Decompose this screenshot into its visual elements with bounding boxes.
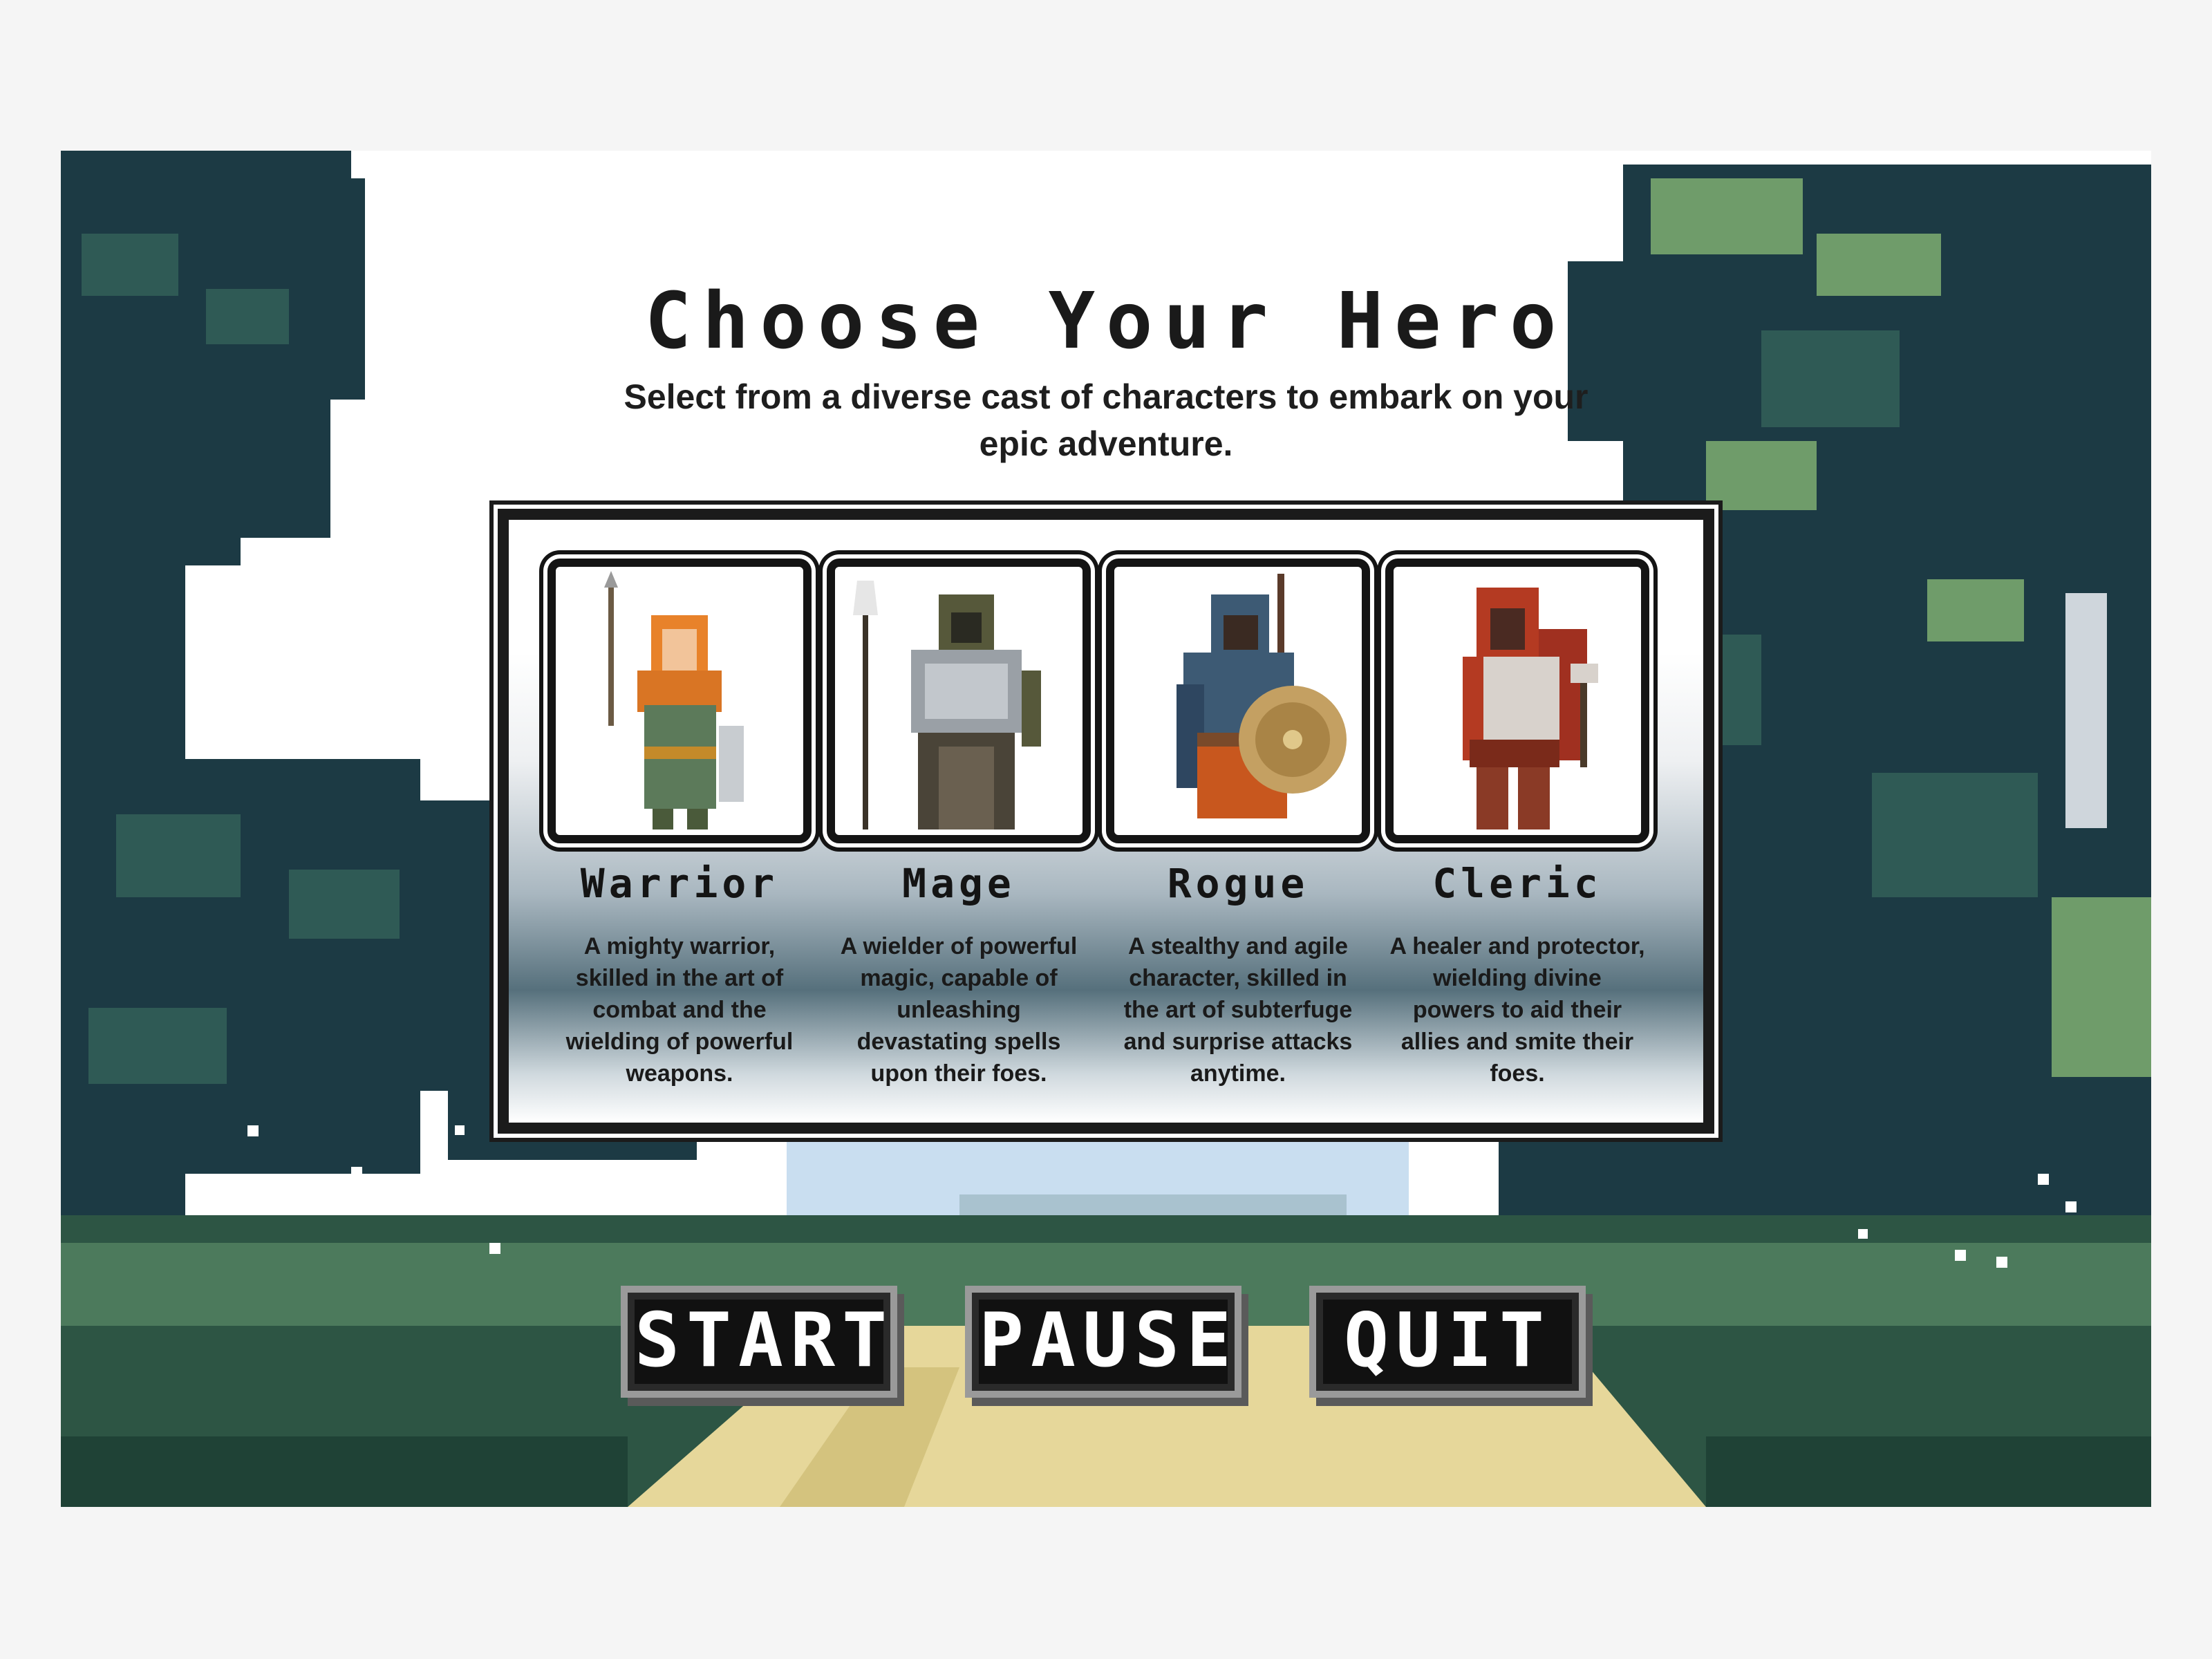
hero-card-warrior[interactable]: Warrior A mighty warrior, skilled in the… bbox=[547, 559, 812, 1089]
warrior-portrait-icon bbox=[604, 571, 744, 830]
cleric-portrait-frame[interactable] bbox=[1385, 559, 1649, 843]
hero-card-rogue[interactable]: Rogue A stealthy and agile character, sk… bbox=[1106, 559, 1370, 1089]
hero-select-panel: Warrior A mighty warrior, skilled in the… bbox=[498, 509, 1714, 1134]
tree-trunk bbox=[2065, 593, 2107, 828]
quit-button[interactable]: QUIT bbox=[1316, 1293, 1579, 1391]
game-screen: Choose Your Hero Select from a diverse c… bbox=[61, 151, 2151, 1507]
pause-button[interactable]: PAUSE bbox=[972, 1293, 1235, 1391]
hero-name-warrior: Warrior bbox=[580, 860, 779, 907]
hero-desc-rogue: A stealthy and agile character, skilled … bbox=[1123, 933, 1353, 1087]
mage-portrait-icon bbox=[853, 581, 1041, 830]
hero-desc-cleric: A healer and protector, wielding divine … bbox=[1389, 933, 1645, 1087]
warrior-portrait-frame[interactable] bbox=[547, 559, 812, 843]
hero-card-cleric[interactable]: Cleric A healer and protector, wielding … bbox=[1385, 559, 1649, 1089]
hero-card-mage[interactable]: Mage A wielder of powerful magic, capabl… bbox=[827, 559, 1091, 1089]
hero-name-cleric: Cleric bbox=[1432, 860, 1602, 907]
cleric-portrait-icon bbox=[1463, 588, 1598, 830]
hero-desc-warrior: A mighty warrior, skilled in the art of … bbox=[565, 933, 794, 1087]
hero-name-mage: Mage bbox=[902, 860, 1015, 907]
hero-desc-mage: A wielder of powerful magic, capable of … bbox=[840, 933, 1078, 1087]
rogue-portrait-icon bbox=[1177, 574, 1347, 818]
start-button[interactable]: START bbox=[628, 1293, 890, 1391]
hero-name-rogue: Rogue bbox=[1167, 860, 1309, 907]
rogue-portrait-frame[interactable] bbox=[1106, 559, 1370, 843]
page-title: Choose Your Hero bbox=[644, 276, 1568, 366]
page-subtitle: Select from a diverse cast of characters… bbox=[624, 377, 1588, 463]
mage-portrait-frame[interactable] bbox=[827, 559, 1091, 843]
